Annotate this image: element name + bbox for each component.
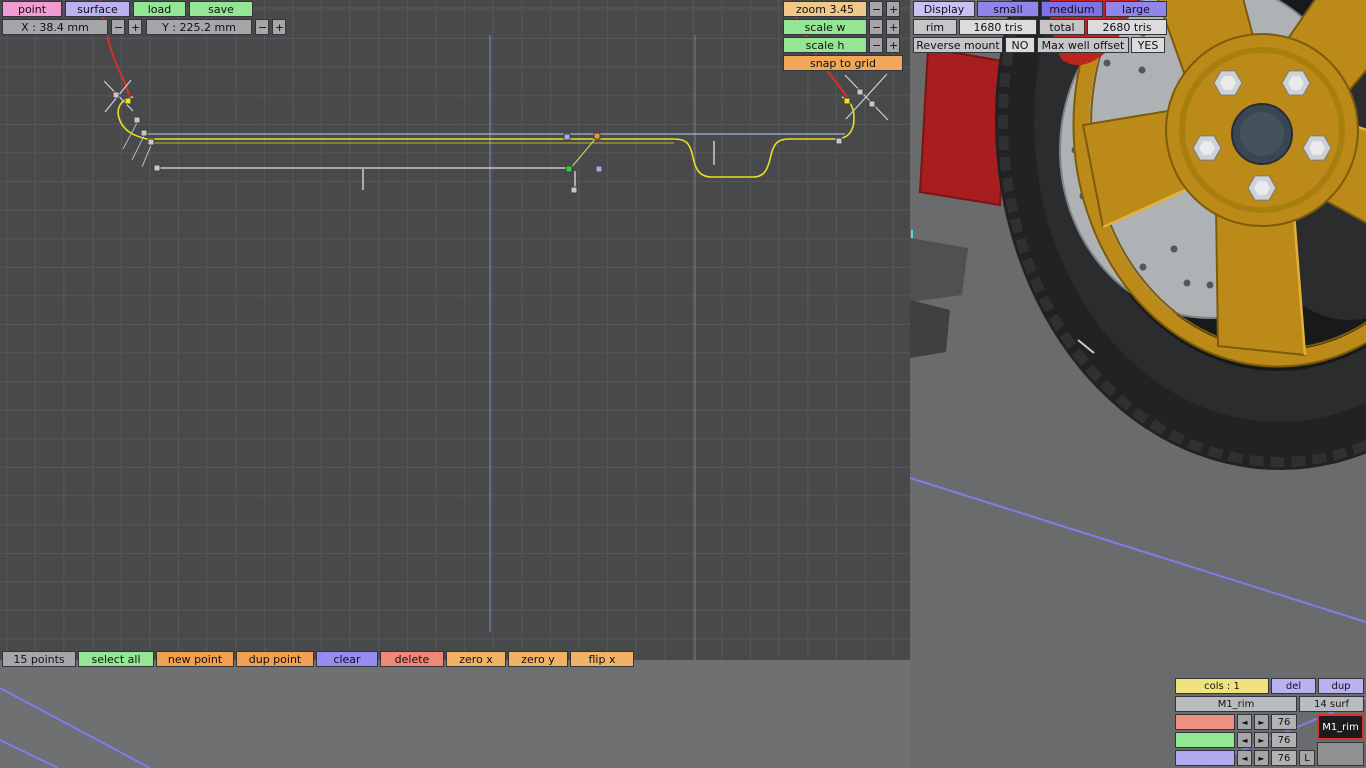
del-surface-button[interactable]: del	[1271, 678, 1316, 694]
row-value: 76	[1271, 714, 1297, 730]
scale-h-button[interactable]: scale h	[783, 37, 867, 53]
surface-count-label: 14 surf	[1299, 696, 1364, 712]
control-point[interactable]	[153, 164, 161, 172]
zoom-minus-button[interactable]: −	[869, 1, 883, 17]
display-large-button[interactable]: large	[1105, 1, 1167, 17]
control-point[interactable]	[563, 133, 571, 141]
profile-canvas[interactable]	[0, 0, 910, 660]
scale-h-minus-button[interactable]: −	[869, 37, 883, 53]
point-mode-button[interactable]: point	[2, 1, 62, 17]
scale-w-minus-button[interactable]: −	[869, 19, 883, 35]
arrow-left-icon[interactable]: ◄	[1237, 750, 1252, 766]
clear-button[interactable]: clear	[316, 651, 378, 667]
control-point-active[interactable]	[593, 132, 601, 140]
control-point[interactable]	[868, 100, 876, 108]
save-button[interactable]: save	[189, 1, 253, 17]
control-point-selected[interactable]	[124, 97, 132, 105]
color-swatch-red[interactable]	[1175, 714, 1235, 730]
arrow-right-icon[interactable]: ►	[1254, 732, 1269, 748]
reverse-mount-label: Reverse mount	[913, 37, 1003, 53]
zoom-plus-button[interactable]: +	[886, 1, 900, 17]
snap-to-grid-button[interactable]: snap to grid	[783, 55, 903, 71]
zero-y-button[interactable]: zero y	[508, 651, 568, 667]
arrow-left-icon[interactable]: ◄	[1237, 732, 1252, 748]
rim-profile-drawing	[99, 0, 889, 660]
control-point-selected[interactable]	[843, 97, 851, 105]
y-minus-button[interactable]: −	[255, 19, 269, 35]
select-all-button[interactable]: select all	[78, 651, 154, 667]
control-point[interactable]	[112, 91, 120, 99]
delete-button[interactable]: delete	[380, 651, 444, 667]
total-tris-value: 2680 tris	[1087, 19, 1167, 35]
row-value: 76	[1271, 732, 1297, 748]
zero-x-button[interactable]: zero x	[446, 651, 506, 667]
display-small-button[interactable]: small	[977, 1, 1039, 17]
y-coordinate-readout: Y : 225.2 mm	[146, 19, 252, 35]
selection-cross-lines	[103, 73, 889, 121]
wheel-render	[910, 0, 1366, 767]
center-cap-inner	[1240, 112, 1284, 156]
construction-lines	[157, 141, 715, 192]
color-swatch-green[interactable]	[1175, 732, 1235, 748]
suspension-arm	[910, 300, 950, 358]
surface-mode-button[interactable]: surface	[65, 1, 130, 17]
arrow-left-icon[interactable]: ◄	[1237, 714, 1252, 730]
app-window: point surface load save X : 38.4 mm − + …	[0, 0, 1366, 768]
brake-caliper	[918, 46, 1010, 207]
load-button[interactable]: load	[133, 1, 186, 17]
cols-button[interactable]: cols : 1	[1175, 678, 1269, 694]
display-medium-button[interactable]: medium	[1041, 1, 1103, 17]
x-coordinate-readout: X : 38.4 mm	[2, 19, 108, 35]
scale-w-button[interactable]: scale w	[783, 19, 867, 35]
floor-grid-lines	[0, 687, 151, 768]
reverse-mount-toggle[interactable]: NO	[1005, 37, 1035, 53]
y-plus-button[interactable]: +	[272, 19, 286, 35]
new-point-button[interactable]: new point	[156, 651, 234, 667]
x-plus-button[interactable]: +	[128, 19, 142, 35]
surface-slot-empty[interactable]	[1317, 742, 1364, 766]
row-value: 76	[1271, 750, 1297, 766]
control-point[interactable]	[140, 129, 148, 137]
suspension-arm	[910, 238, 968, 302]
rim-tris-label: rim	[913, 19, 957, 35]
lock-toggle-button[interactable]: L	[1299, 750, 1315, 766]
surface-name-field[interactable]: M1_rim	[1175, 696, 1297, 712]
total-tris-label: total	[1039, 19, 1085, 35]
control-point[interactable]	[856, 88, 864, 96]
dup-point-button[interactable]: dup point	[236, 651, 314, 667]
max-well-offset-toggle[interactable]: YES	[1131, 37, 1165, 53]
rim-tris-value: 1680 tris	[959, 19, 1037, 35]
floor-grid-line	[910, 477, 1366, 623]
color-swatch-purple[interactable]	[1175, 750, 1235, 766]
viewport-3d[interactable]	[910, 0, 1366, 768]
arrow-right-icon[interactable]: ►	[1254, 714, 1269, 730]
arrow-right-icon[interactable]: ►	[1254, 750, 1269, 766]
scale-w-plus-button[interactable]: +	[886, 19, 900, 35]
flip-x-button[interactable]: flip x	[570, 651, 634, 667]
display-label: Display	[913, 1, 975, 17]
scale-h-plus-button[interactable]: +	[886, 37, 900, 53]
control-point[interactable]	[570, 186, 578, 194]
surface-panel: cols : 1 del dup M1_rim 14 surf ◄ ► 76 ◄…	[1175, 678, 1366, 768]
control-point[interactable]	[133, 116, 141, 124]
dup-surface-button[interactable]: dup	[1318, 678, 1364, 694]
max-well-offset-label: Max well offset	[1037, 37, 1129, 53]
control-point[interactable]	[835, 137, 843, 145]
rim-profile-curve	[117, 96, 855, 178]
selected-surface[interactable]: M1_rim	[1317, 714, 1364, 740]
points-count-label: 15 points	[2, 651, 76, 667]
control-point[interactable]	[595, 165, 603, 173]
zoom-readout[interactable]: zoom 3.45	[783, 1, 867, 17]
control-point[interactable]	[147, 138, 155, 146]
x-minus-button[interactable]: −	[111, 19, 125, 35]
control-point-green[interactable]	[565, 165, 573, 173]
